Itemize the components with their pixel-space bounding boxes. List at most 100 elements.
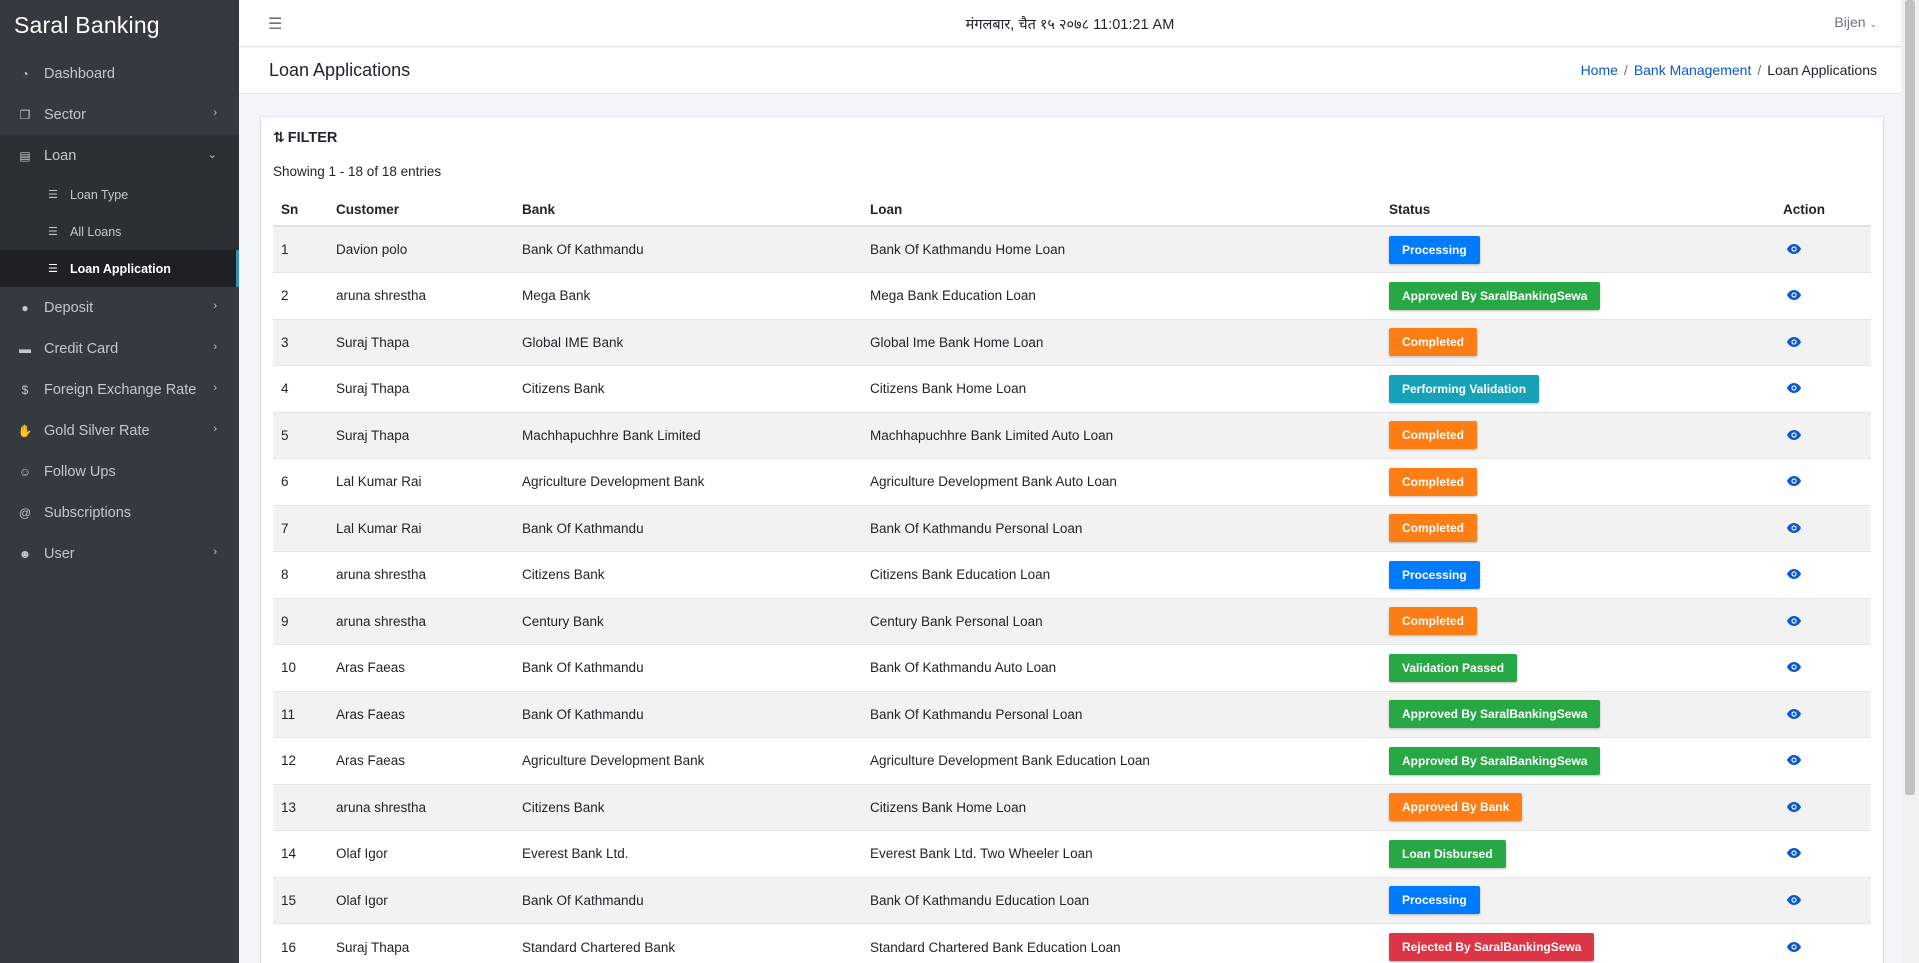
- view-eye-icon[interactable]: [1783, 939, 1801, 956]
- column-header-bank: Bank: [514, 194, 862, 227]
- sidebar-submenu: ☰ Loan Type ☰ All Loans ☰ Loan Application: [0, 176, 239, 287]
- cell-bank: Citizens Bank: [514, 365, 862, 412]
- cell-status: Processing: [1381, 876, 1775, 924]
- sidebar-item-foreign-exchange-rate[interactable]: $ Foreign Exchange Rate ›: [0, 369, 239, 410]
- column-header-status: Status: [1381, 194, 1775, 227]
- view-eye-icon[interactable]: [1783, 566, 1801, 583]
- view-eye-icon[interactable]: [1783, 706, 1801, 723]
- sidebar-item-loan[interactable]: ▤ Loan ⌄: [0, 135, 239, 176]
- sidebar-item-gold-silver-rate[interactable]: ✋ Gold Silver Rate ›: [0, 410, 239, 451]
- cell-status: Completed: [1381, 411, 1775, 459]
- view-eye-icon[interactable]: [1783, 799, 1801, 816]
- breadcrumb-separator: /: [1623, 62, 1628, 78]
- scrollbar-thumb[interactable]: [1905, 0, 1915, 795]
- eye-icon: [1787, 662, 1801, 673]
- cell-loan: Agriculture Development Bank Auto Loan: [862, 458, 1381, 505]
- cell-bank: Bank Of Kathmandu: [514, 225, 862, 273]
- cell-customer: Suraj Thapa: [328, 411, 514, 459]
- sidebar-subitem-all-loans[interactable]: ☰ All Loans: [0, 213, 239, 250]
- view-eye-icon[interactable]: [1783, 427, 1801, 444]
- filter-toggle[interactable]: ⇅ FILTER: [273, 129, 337, 146]
- column-header-loan: Loan: [862, 194, 1381, 227]
- view-eye-icon[interactable]: [1783, 520, 1801, 537]
- cell-customer: Suraj Thapa: [328, 923, 514, 963]
- cell-status: Rejected By SaralBankingSewa: [1381, 923, 1775, 963]
- loan-applications-card: ⇅ FILTER Showing 1 - 18 of 18 entries Sn…: [261, 117, 1883, 963]
- sidebar-item-sector[interactable]: ❐ Sector ›: [0, 94, 239, 135]
- table-body: 1 Davion polo Bank Of Kathmandu Bank Of Kat…: [273, 225, 1871, 963]
- eye-icon: [1787, 569, 1801, 580]
- brand-logo[interactable]: Saral Banking: [0, 0, 239, 53]
- view-eye-icon[interactable]: [1783, 380, 1801, 397]
- sidebar-item-subscriptions[interactable]: @ Subscriptions: [0, 492, 239, 533]
- cell-status: Approved By SaralBankingSewa: [1381, 690, 1775, 738]
- sidebar-item-dashboard[interactable]: ◔ Dashboard: [0, 53, 239, 94]
- status-badge: Completed: [1389, 467, 1478, 496]
- cell-customer: Lal Kumar Rai: [328, 504, 514, 552]
- cell-action: [1775, 411, 1871, 459]
- view-eye-icon[interactable]: [1783, 892, 1801, 909]
- cell-customer: Lal Kumar Rai: [328, 458, 514, 505]
- status-badge: Loan Disbursed: [1389, 839, 1506, 868]
- view-eye-icon[interactable]: [1783, 659, 1801, 676]
- cell-loan: Everest Bank Ltd. Two Wheeler Loan: [862, 830, 1381, 877]
- eye-icon: [1787, 755, 1801, 766]
- sort-filter-icon: ⇅: [273, 129, 285, 145]
- view-eye-icon[interactable]: [1783, 287, 1801, 304]
- cell-sn: 7: [273, 504, 328, 552]
- cell-action: [1775, 318, 1871, 366]
- page-title: Loan Applications: [269, 60, 411, 80]
- cell-status: Completed: [1381, 504, 1775, 552]
- eye-icon: [1787, 244, 1801, 254]
- cell-loan: Citizens Bank Home Loan: [862, 783, 1381, 831]
- users-icon: ☻: [18, 546, 32, 561]
- table-row: 8 aruna shrestha Citizens Bank Citizens Ban…: [273, 551, 1871, 598]
- dollar-icon: $: [21, 382, 29, 397]
- view-eye-icon[interactable]: [1783, 613, 1801, 630]
- breadcrumb-home[interactable]: Home: [1581, 62, 1618, 78]
- sidebar-subitem-loan-type[interactable]: ☰ Loan Type: [0, 176, 239, 213]
- chevron-right-icon: ›: [213, 382, 217, 394]
- view-eye-icon[interactable]: [1783, 752, 1801, 769]
- content-header: Loan Applications Home / Bank Management…: [239, 48, 1901, 94]
- money-icon: ▤: [19, 148, 31, 163]
- user-menu[interactable]: Bijen ⌄: [1834, 14, 1877, 30]
- chevron-right-icon: ›: [213, 107, 217, 119]
- hand-coins-icon: ✋: [17, 423, 33, 438]
- cell-sn: 10: [273, 644, 328, 691]
- loan-applications-table: Sn Customer Bank Loan Status Action 1 Davion p…: [273, 194, 1871, 963]
- dashboard-icon: ◔: [21, 66, 29, 81]
- cell-action: [1775, 458, 1871, 505]
- sidebar-subitem-loan-application[interactable]: ☰ Loan Application: [0, 250, 239, 287]
- view-eye-icon[interactable]: [1783, 241, 1801, 258]
- status-badge: Completed: [1389, 421, 1478, 450]
- cell-status: Approved By Bank: [1381, 783, 1775, 831]
- cell-status: Processing: [1381, 551, 1775, 598]
- piggy-bank-icon: ●: [21, 300, 29, 315]
- cell-action: [1775, 551, 1871, 598]
- cell-status: Approved By SaralBankingSewa: [1381, 272, 1775, 319]
- view-eye-icon[interactable]: [1783, 845, 1801, 862]
- sidebar-item-label: Foreign Exchange Rate: [44, 381, 197, 398]
- sidebar-item-follow-ups[interactable]: ☺ Follow Ups: [0, 451, 239, 492]
- column-header-action: Action: [1775, 194, 1871, 227]
- cell-loan: Agriculture Development Bank Education L…: [862, 737, 1381, 784]
- cell-loan: Global Ime Bank Home Loan: [862, 318, 1381, 366]
- cell-action: [1775, 783, 1871, 831]
- breadcrumb-bank-management[interactable]: Bank Management: [1634, 62, 1752, 78]
- cell-customer: Olaf Igor: [328, 876, 514, 924]
- table-row: 1 Davion polo Bank Of Kathmandu Bank Of Kat…: [273, 225, 1871, 273]
- cell-loan: Mega Bank Education Loan: [862, 272, 1381, 319]
- cell-status: Loan Disbursed: [1381, 830, 1775, 877]
- sidebar-item-credit-card[interactable]: ▬ Credit Card ›: [0, 328, 239, 369]
- cell-sn: 6: [273, 458, 328, 505]
- view-eye-icon[interactable]: [1783, 334, 1801, 351]
- view-eye-icon[interactable]: [1783, 473, 1801, 490]
- sidebar-item-user[interactable]: ☻ User ›: [0, 533, 239, 574]
- eye-icon: [1787, 615, 1801, 626]
- vertical-scrollbar[interactable]: [1901, 0, 1919, 963]
- cell-sn: 5: [273, 411, 328, 459]
- cell-bank: Standard Chartered Bank: [514, 923, 862, 963]
- status-badge: Processing: [1389, 560, 1480, 589]
- sidebar-item-deposit[interactable]: ● Deposit ›: [0, 287, 239, 328]
